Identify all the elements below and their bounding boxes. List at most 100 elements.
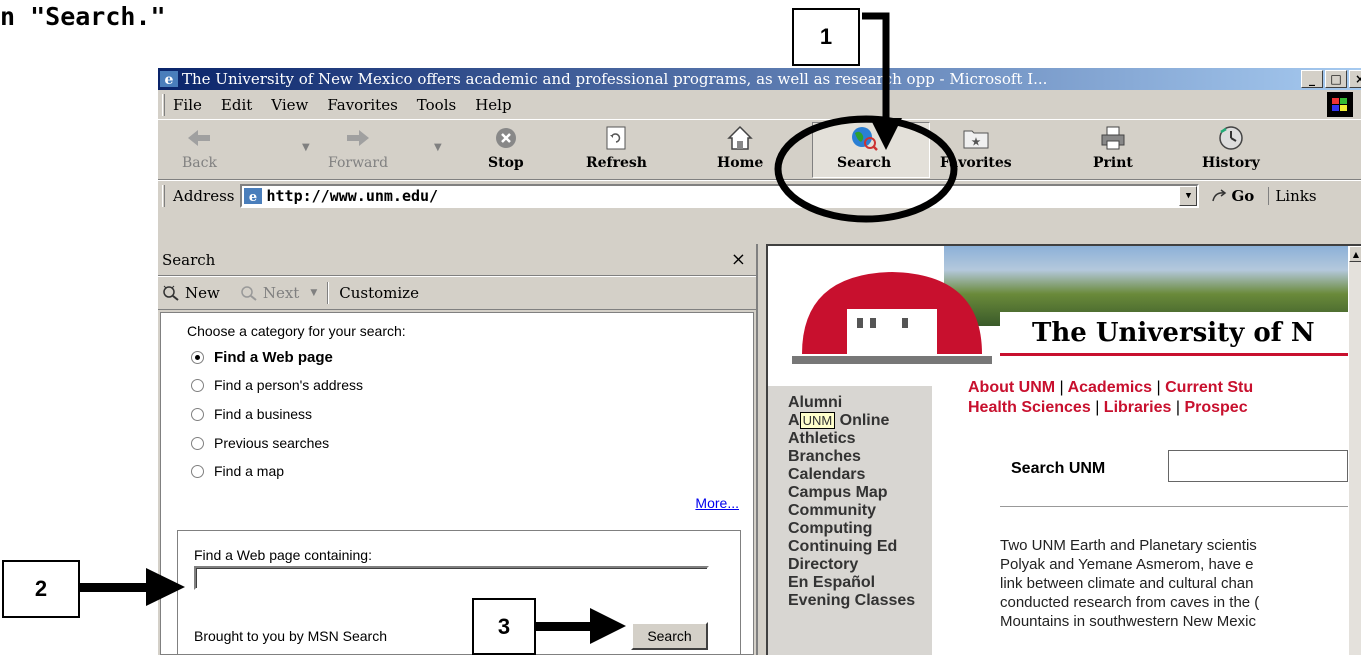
nav-link-online[interactable]: A UNM Online [788, 412, 932, 430]
nav-link[interactable]: Computing [788, 520, 932, 538]
toolbar-separator [327, 282, 330, 304]
menu-view[interactable]: View [271, 96, 308, 114]
unm-logo [792, 272, 992, 364]
menu-tools[interactable]: Tools [417, 96, 456, 114]
close-window-button[interactable]: × [1349, 70, 1361, 88]
callout-3: 3 [472, 598, 536, 655]
back-button[interactable]: Back [182, 124, 217, 171]
radio-button[interactable] [191, 378, 204, 392]
link-current-students[interactable]: Current Stu [1165, 379, 1253, 396]
top-links: About UNM | Academics | Current Stu Heal… [968, 379, 1254, 416]
addressbar-grip [162, 184, 165, 207]
unm-tag: UNM [799, 412, 836, 429]
new-search-button[interactable]: New [162, 284, 220, 302]
category-previous-searches[interactable]: Previous searches [191, 435, 329, 451]
svg-text:e: e [165, 72, 174, 87]
back-arrow-icon [186, 124, 212, 152]
callout-2: 2 [2, 560, 80, 618]
search-submit-button[interactable]: Search [631, 622, 708, 650]
link-academics[interactable]: Academics [1068, 379, 1153, 396]
next-search-button[interactable]: Next ▼ [240, 284, 317, 302]
customize-button[interactable]: Customize [339, 284, 419, 302]
search-globe-icon [850, 124, 878, 152]
category-find-map[interactable]: Find a map [191, 463, 284, 479]
nav-link[interactable]: Directory [788, 556, 932, 574]
close-pane-icon[interactable]: × [731, 249, 746, 270]
radio-button[interactable] [191, 351, 204, 364]
refresh-button[interactable]: Refresh [586, 124, 647, 171]
news-text: Two UNM Earth and Planetary scientis Pol… [1000, 537, 1260, 630]
address-bar: Address e http://www.unm.edu/ ▼ Go Links [158, 180, 1361, 210]
nav-link[interactable]: Campus Map [788, 484, 932, 502]
callout-1: 1 [792, 8, 860, 66]
tutorial-heading: n "Search." [0, 2, 166, 31]
link-about-unm[interactable]: About UNM [968, 379, 1055, 396]
link-prospective[interactable]: Prospec [1184, 399, 1247, 416]
svg-text:e: e [249, 190, 257, 204]
favorites-folder-icon: ★ [963, 124, 989, 152]
menu-edit[interactable]: Edit [221, 96, 252, 114]
ie-icon: e [160, 71, 178, 87]
search-pane-title: Search [162, 250, 216, 269]
forward-button[interactable]: Forward [328, 124, 388, 171]
print-button[interactable]: Print [1093, 124, 1133, 171]
new-search-icon [163, 285, 179, 301]
nav-link[interactable]: Community [788, 502, 932, 520]
search-pane: Search × New Next ▼ Customize Choose a c… [158, 244, 758, 655]
forward-dropdown-icon[interactable]: ▼ [434, 142, 442, 153]
address-dropdown-icon[interactable]: ▼ [1179, 185, 1198, 206]
find-web-page-box: Find a Web page containing: Brought to y… [177, 530, 741, 655]
radio-button[interactable] [191, 464, 204, 478]
minimize-button[interactable]: _ [1301, 70, 1323, 88]
search-query-input[interactable] [194, 566, 709, 590]
address-input[interactable]: e http://www.unm.edu/ ▼ [240, 183, 1200, 208]
nav-link[interactable]: Evening Classes [788, 592, 932, 610]
go-button[interactable]: Go [1211, 187, 1254, 205]
search-pane-body: Choose a category for your search: Find … [160, 312, 754, 655]
university-title: The University of N [1000, 312, 1361, 356]
next-search-icon [241, 286, 257, 301]
scroll-up-arrow-icon[interactable]: ▲ [1349, 246, 1361, 262]
brought-by-text: Brought to you by MSN Search [194, 628, 387, 644]
divider [1000, 506, 1361, 507]
browser-window: e The University of New Mexico offers ac… [157, 68, 1361, 655]
maximize-button[interactable]: □ [1325, 70, 1347, 88]
more-link[interactable]: More... [695, 495, 739, 511]
go-arrow-icon [1212, 188, 1227, 201]
page-scrollbar[interactable]: ▲ [1348, 246, 1361, 655]
next-dropdown-icon[interactable]: ▼ [310, 288, 317, 298]
menu-favorites[interactable]: Favorites [327, 96, 397, 114]
radio-button[interactable] [191, 407, 204, 421]
nav-link[interactable]: Branches [788, 448, 932, 466]
history-button[interactable]: History [1202, 124, 1260, 171]
search-unm-input[interactable] [1168, 450, 1348, 482]
nav-link[interactable]: Calendars [788, 466, 932, 484]
menubar-grip [162, 93, 165, 116]
nav-link[interactable]: Continuing Ed [788, 538, 932, 556]
printer-icon [1100, 124, 1126, 152]
links-button[interactable]: Links [1268, 186, 1317, 205]
menu-file[interactable]: File [173, 96, 202, 114]
link-health-sciences[interactable]: Health Sciences [968, 399, 1091, 416]
category-find-web-page[interactable]: Find a Web page [191, 349, 333, 366]
menu-bar: File Edit View Favorites Tools Help [158, 90, 1361, 120]
nav-link[interactable]: En Español [788, 574, 932, 592]
address-url: http://www.unm.edu/ [266, 186, 439, 205]
nav-link[interactable]: Alumni [788, 394, 932, 412]
search-button[interactable]: Search [837, 124, 891, 171]
radio-button[interactable] [191, 436, 204, 450]
search-pane-header: Search × [158, 244, 756, 276]
stop-button[interactable]: Stop [488, 124, 524, 171]
category-find-person-address[interactable]: Find a person's address [191, 377, 363, 393]
svg-text:★: ★ [971, 137, 980, 148]
favorites-button[interactable]: ★ Favorites [940, 124, 1012, 171]
nav-link[interactable]: Athletics [788, 430, 932, 448]
home-button[interactable]: Home [717, 124, 763, 171]
site-nav: Alumni A UNM Online Athletics Branches Ca… [768, 386, 932, 655]
search-unm-label: Search UNM [1011, 460, 1106, 477]
menu-help[interactable]: Help [475, 96, 511, 114]
back-dropdown-icon[interactable]: ▼ [302, 142, 310, 153]
search-pane-toolbar: New Next ▼ Customize [158, 276, 756, 310]
link-libraries[interactable]: Libraries [1104, 399, 1172, 416]
category-find-business[interactable]: Find a business [191, 406, 312, 422]
